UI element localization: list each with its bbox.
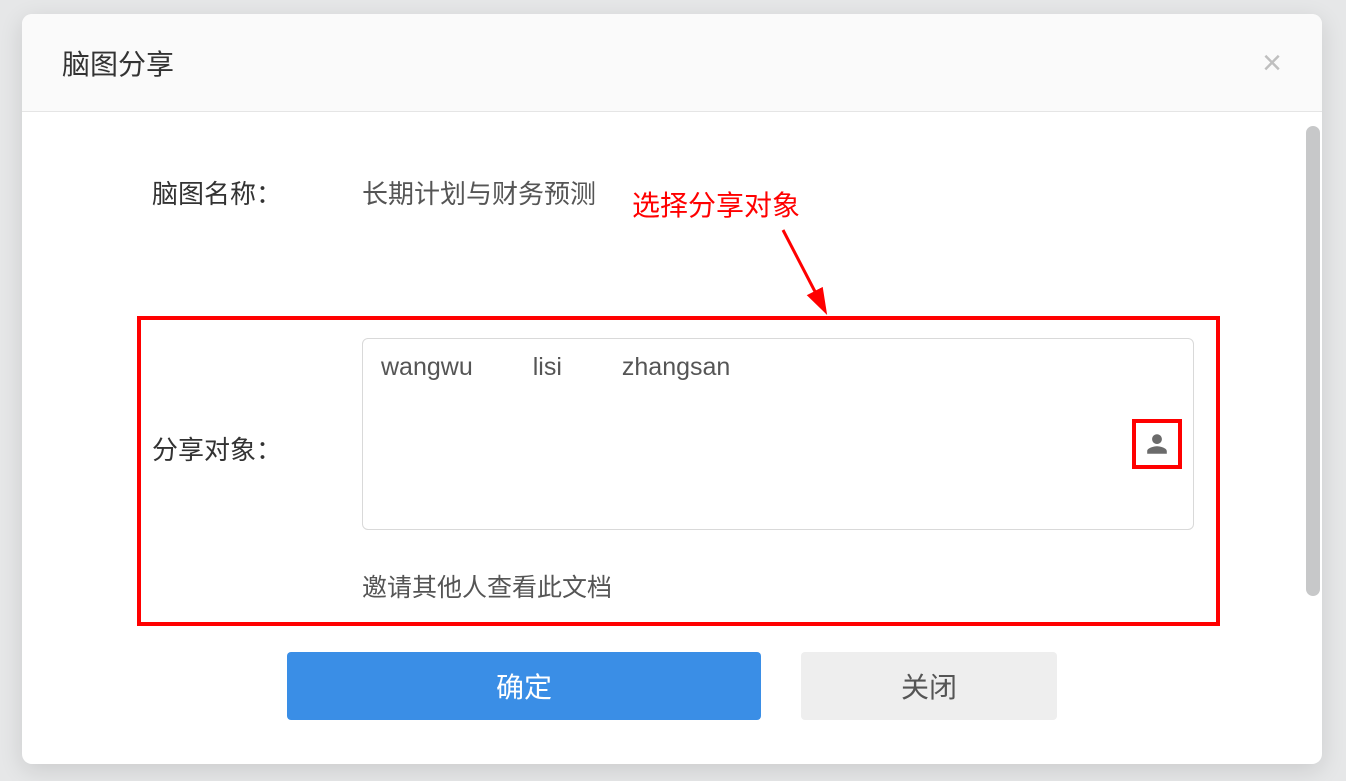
mindmap-name-label: 脑图名称： (152, 174, 362, 211)
dialog-header: 脑图分享 × (22, 14, 1322, 112)
share-hint-text: 邀请其他人查看此文档 (362, 568, 612, 604)
close-button[interactable]: 关闭 (801, 652, 1057, 720)
mindmap-name-value: 长期计划与财务预测 (362, 174, 596, 211)
share-target-input[interactable]: wangwu lisi zhangsan (362, 338, 1194, 530)
dialog-title: 脑图分享 (62, 43, 174, 83)
share-user: wangwu (381, 353, 473, 382)
annotation-arrow-icon (768, 222, 848, 322)
pick-user-button[interactable] (1132, 419, 1182, 469)
mindmap-name-row: 脑图名称： 长期计划与财务预测 (152, 174, 596, 211)
scrollbar[interactable] (1306, 126, 1320, 596)
share-dialog: 脑图分享 × 脑图名称： 长期计划与财务预测 选择分享对象 分享对象： wang… (22, 14, 1322, 764)
share-user: lisi (533, 353, 562, 382)
ok-button[interactable]: 确定 (287, 652, 761, 720)
annotation-text: 选择分享对象 (632, 184, 800, 224)
person-icon (1145, 432, 1169, 456)
dialog-footer: 确定 关闭 (22, 652, 1322, 720)
close-icon[interactable]: × (1262, 46, 1282, 80)
dialog-body: 脑图名称： 长期计划与财务预测 选择分享对象 分享对象： wangwu lisi… (22, 112, 1322, 764)
share-user: zhangsan (622, 353, 730, 382)
share-user-list: wangwu lisi zhangsan (381, 353, 1175, 382)
share-target-label: 分享对象： (152, 430, 282, 467)
